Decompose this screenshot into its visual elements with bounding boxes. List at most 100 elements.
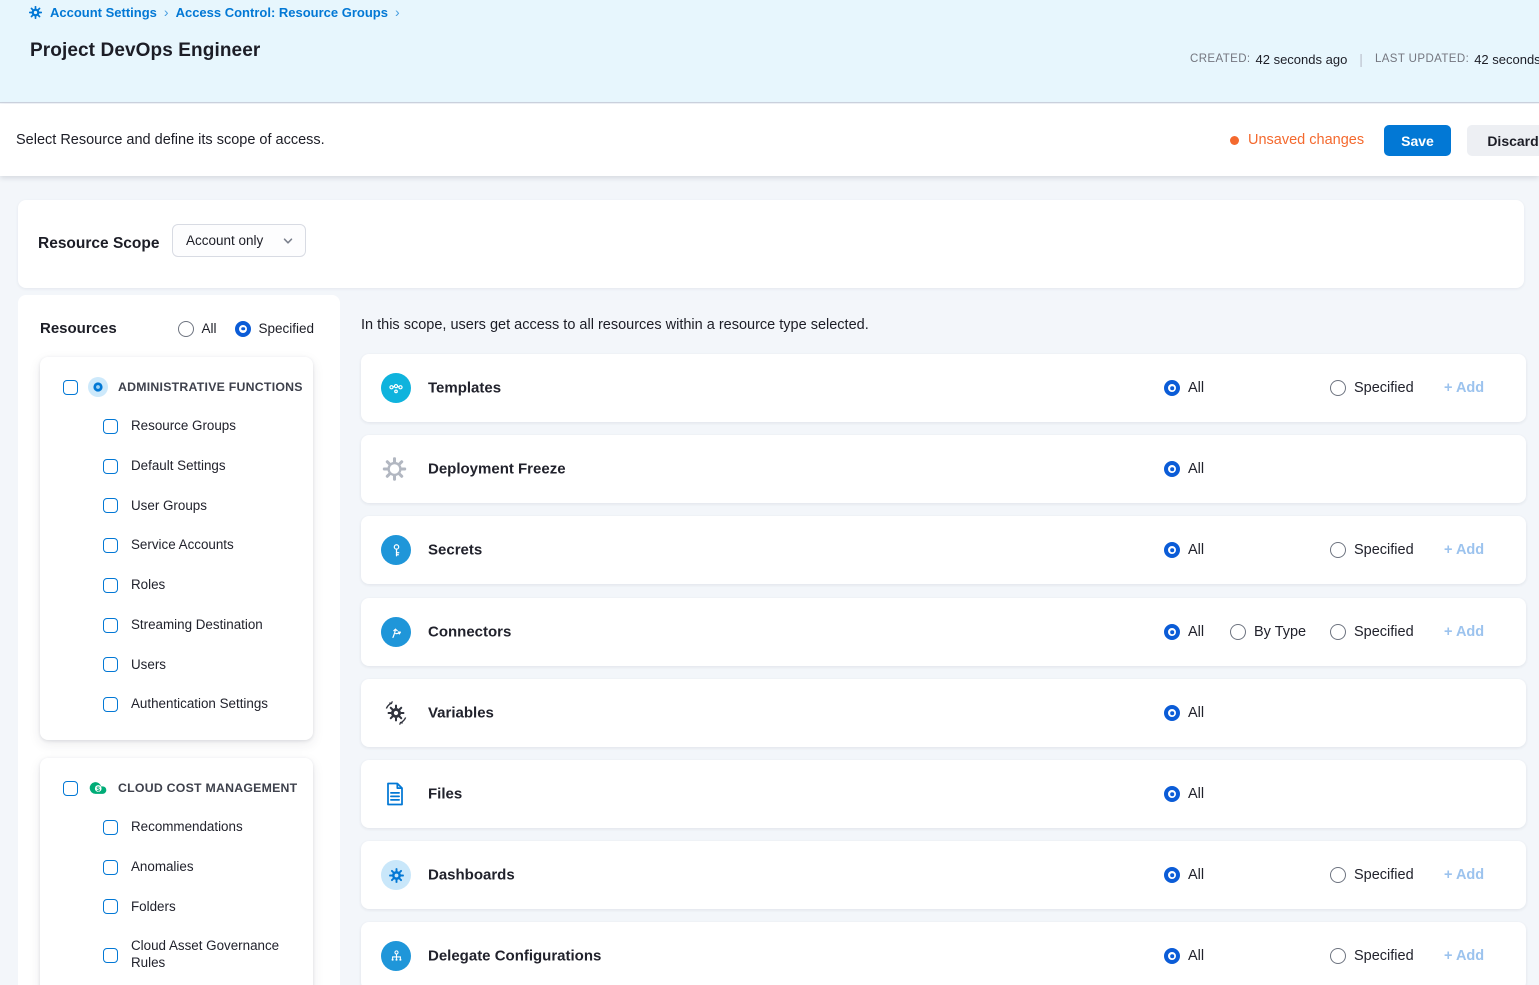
deployment-freeze-icon [381, 456, 408, 483]
radio-all[interactable] [1164, 380, 1180, 396]
resource-checkbox-item[interactable]: Users [103, 657, 299, 674]
resource-checkbox-item[interactable]: Anomalies [103, 859, 299, 876]
checkbox[interactable] [103, 538, 118, 553]
option-all[interactable]: All [1164, 786, 1204, 802]
scope-note: In this scope, users get access to all r… [361, 317, 869, 333]
toolbar: Select Resource and define its scope of … [0, 104, 1539, 176]
checkbox[interactable] [103, 899, 118, 914]
resource-group-header: ADMINISTRATIVE FUNCTIONS [63, 377, 313, 397]
group-checkbox[interactable] [63, 380, 78, 395]
radio-specified[interactable] [1330, 948, 1346, 964]
checkbox[interactable] [103, 697, 118, 712]
checkbox[interactable] [103, 618, 118, 633]
resource-checkbox-item[interactable]: Default Settings [103, 458, 299, 475]
resource-checkbox-item[interactable]: Roles [103, 577, 299, 594]
created-label: CREATED: [1190, 53, 1251, 65]
checkbox[interactable] [103, 948, 118, 963]
option-all[interactable]: All [1164, 380, 1204, 396]
radio-by-type[interactable] [1230, 624, 1246, 640]
add-resources-link[interactable]: + Add [1444, 380, 1484, 396]
checkbox[interactable] [103, 860, 118, 875]
resource-checkbox-item[interactable]: Folders [103, 899, 299, 916]
checkbox[interactable] [103, 498, 118, 513]
group-checkbox[interactable] [63, 781, 78, 796]
resource-checkbox-item[interactable]: User Groups [103, 498, 299, 515]
checkbox-label: Folders [131, 899, 176, 916]
radio-all[interactable] [1164, 624, 1180, 640]
checkbox[interactable] [103, 459, 118, 474]
option-label: All [1188, 948, 1204, 964]
option-specified[interactable]: Specified [1330, 624, 1414, 640]
resources-sidebar: Resources All Specified ADMINISTRATIVE FU… [18, 295, 340, 985]
resources-filter-all[interactable]: All [178, 321, 216, 337]
option-all[interactable]: All [1164, 542, 1204, 558]
resources-title: Resources [40, 320, 117, 337]
option-all[interactable]: All [1164, 461, 1204, 477]
radio-specified[interactable] [1330, 380, 1346, 396]
resource-type-row: Dashboards All Specified + Add [361, 841, 1526, 909]
option-all[interactable]: All [1164, 624, 1204, 640]
breadcrumb-separator: › [395, 4, 400, 20]
discard-button[interactable]: Discard [1467, 125, 1539, 156]
resource-checkbox-item[interactable]: Service Accounts [103, 537, 299, 554]
option-specified[interactable]: Specified [1330, 867, 1414, 883]
option-all[interactable]: All [1164, 705, 1204, 721]
radio-all[interactable] [1164, 786, 1180, 802]
add-resources-link[interactable]: + Add [1444, 542, 1484, 558]
resource-checkbox-item[interactable]: Streaming Destination [103, 617, 299, 634]
dashboards-icon [381, 860, 411, 890]
updated-label: LAST UPDATED: [1375, 53, 1469, 65]
option-specified[interactable]: Specified [1330, 380, 1414, 396]
resource-type-name: Connectors [428, 624, 511, 641]
resource-type-name: Dashboards [428, 867, 515, 884]
save-button[interactable]: Save [1384, 125, 1451, 156]
meta-separator: | [1359, 51, 1363, 67]
breadcrumb-link[interactable]: Access Control: Resource Groups [176, 5, 388, 20]
resource-group-card: ADMINISTRATIVE FUNCTIONS Resource Groups D… [40, 357, 313, 740]
unsaved-dot-icon [1230, 136, 1239, 145]
svg-text:$: $ [97, 786, 101, 793]
radio-all[interactable] [1164, 542, 1180, 558]
checkbox-label: Cloud Asset Governance Rules [131, 938, 299, 972]
radio-specified[interactable] [1330, 624, 1346, 640]
resources-filter-specified[interactable]: Specified [235, 321, 314, 337]
resource-checkbox-item[interactable]: Cloud Asset Governance Rules [103, 938, 299, 972]
resource-checkbox-item[interactable]: Authentication Settings [103, 696, 299, 713]
templates-icon [381, 373, 411, 403]
resource-type-name: Files [428, 786, 462, 803]
checkbox[interactable] [103, 419, 118, 434]
delegate-configurations-icon [381, 941, 411, 971]
add-resources-link[interactable]: + Add [1444, 948, 1484, 964]
option-label: Specified [1354, 380, 1414, 396]
resource-type-row: Files All [361, 760, 1526, 828]
checkbox[interactable] [103, 657, 118, 672]
radio-all[interactable] [1164, 461, 1180, 477]
radio-specified[interactable] [1330, 542, 1346, 558]
option-all[interactable]: All [1164, 867, 1204, 883]
checkbox[interactable] [103, 820, 118, 835]
resource-scope-value: Account only [186, 233, 263, 248]
radio-all[interactable] [1164, 705, 1180, 721]
checkbox[interactable] [103, 578, 118, 593]
filter-label: Specified [258, 321, 314, 336]
resource-type-row: SecretsAllSpecified+ Add [361, 516, 1526, 584]
resource-checkbox-item[interactable]: Resource Groups [103, 418, 299, 435]
add-resources-link[interactable]: + Add [1444, 867, 1484, 883]
option-all[interactable]: All [1164, 948, 1204, 964]
radio-specified[interactable] [1330, 867, 1346, 883]
option-specified[interactable]: Specified [1330, 542, 1414, 558]
radio-all[interactable] [178, 321, 194, 337]
add-resources-link[interactable]: + Add [1444, 624, 1484, 640]
radio-specified[interactable] [235, 321, 251, 337]
resource-checkbox-item[interactable]: Recommendations [103, 819, 299, 836]
radio-all[interactable] [1164, 948, 1180, 964]
resource-type-name: Templates [428, 380, 501, 397]
breadcrumb-link[interactable]: Account Settings [50, 5, 157, 20]
option-label: Specified [1354, 948, 1414, 964]
option-label: Specified [1354, 542, 1414, 558]
option-by-type[interactable]: By Type [1230, 624, 1306, 640]
option-specified[interactable]: Specified [1330, 948, 1414, 964]
radio-all[interactable] [1164, 867, 1180, 883]
resource-scope-dropdown[interactable]: Account only [172, 224, 306, 257]
filter-label: All [201, 321, 216, 336]
